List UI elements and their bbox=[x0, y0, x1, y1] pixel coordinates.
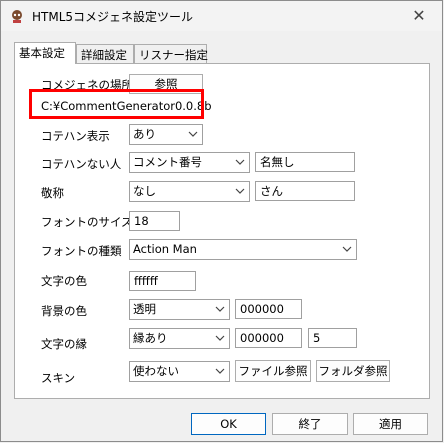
font-size-input[interactable]: 18 bbox=[129, 211, 180, 231]
skin-label: スキン bbox=[41, 371, 76, 385]
ok-button[interactable]: OK bbox=[191, 413, 266, 435]
kotehan-display-select[interactable]: あり bbox=[129, 124, 203, 145]
edge-width-input[interactable]: 5 bbox=[308, 328, 357, 348]
chevron-down-icon bbox=[215, 335, 225, 341]
chevron-down-icon bbox=[235, 188, 245, 194]
location-path: C:¥CommentGenerator0.0.8b bbox=[41, 99, 212, 113]
browse-location-button[interactable]: 参照 bbox=[129, 74, 203, 94]
font-size-label: フォントのサイズ bbox=[41, 215, 133, 229]
chevron-down-icon bbox=[188, 131, 198, 137]
chevron-down-icon bbox=[235, 159, 245, 165]
honorific-input[interactable]: さん bbox=[255, 181, 355, 201]
exit-button[interactable]: 終了 bbox=[272, 413, 348, 435]
text-color-input[interactable]: ffffff bbox=[129, 271, 196, 291]
apply-button[interactable]: 適用 bbox=[353, 413, 428, 435]
text-edge-select[interactable]: 縁あり bbox=[129, 328, 230, 349]
bg-color-input[interactable]: 000000 bbox=[235, 299, 302, 319]
tab-basic-settings[interactable]: 基本設定 bbox=[14, 42, 76, 64]
location-label: コメジェネの場所 bbox=[41, 78, 133, 92]
title-bar: HTML5コメジェネ設定ツール ✕ bbox=[1, 1, 442, 31]
text-color-label: 文字の色 bbox=[41, 274, 87, 288]
chevron-down-icon bbox=[215, 306, 225, 312]
font-type-label: フォントの種類 bbox=[41, 244, 122, 258]
kotehan-display-label: コテハン表示 bbox=[41, 129, 110, 143]
honorific-select[interactable]: なし bbox=[129, 181, 250, 202]
bg-color-select[interactable]: 透明 bbox=[129, 299, 230, 320]
settings-window: HTML5コメジェネ設定ツール ✕ 基本設定 詳細設定 リスナー指定 コメジェネ… bbox=[0, 0, 443, 442]
skin-select[interactable]: 使わない bbox=[129, 361, 230, 382]
default-name-input[interactable]: 名無し bbox=[255, 152, 355, 172]
skin-file-browse-button[interactable]: ファイル参照 bbox=[235, 360, 311, 382]
close-icon: ✕ bbox=[412, 6, 426, 25]
skin-folder-browse-button[interactable]: フォルダ参照 bbox=[316, 360, 390, 382]
window-title: HTML5コメジェネ設定ツール bbox=[32, 10, 194, 24]
tab-listener-settings[interactable]: リスナー指定 bbox=[134, 44, 208, 64]
chevron-down-icon bbox=[215, 368, 225, 374]
font-type-select[interactable]: Action Man bbox=[129, 239, 357, 260]
tab-detail-settings[interactable]: 詳細設定 bbox=[76, 44, 134, 64]
text-edge-label: 文字の縁 bbox=[41, 337, 87, 351]
bg-color-label: 背景の色 bbox=[41, 304, 87, 318]
app-icon bbox=[12, 10, 22, 23]
no-kotehan-select[interactable]: コメント番号 bbox=[129, 152, 250, 173]
no-kotehan-label: コテハンない人 bbox=[41, 157, 122, 171]
honorific-label: 敬称 bbox=[41, 186, 64, 200]
edge-color-input[interactable]: 000000 bbox=[235, 328, 302, 348]
chevron-down-icon bbox=[342, 246, 352, 252]
close-button[interactable]: ✕ bbox=[408, 5, 430, 27]
